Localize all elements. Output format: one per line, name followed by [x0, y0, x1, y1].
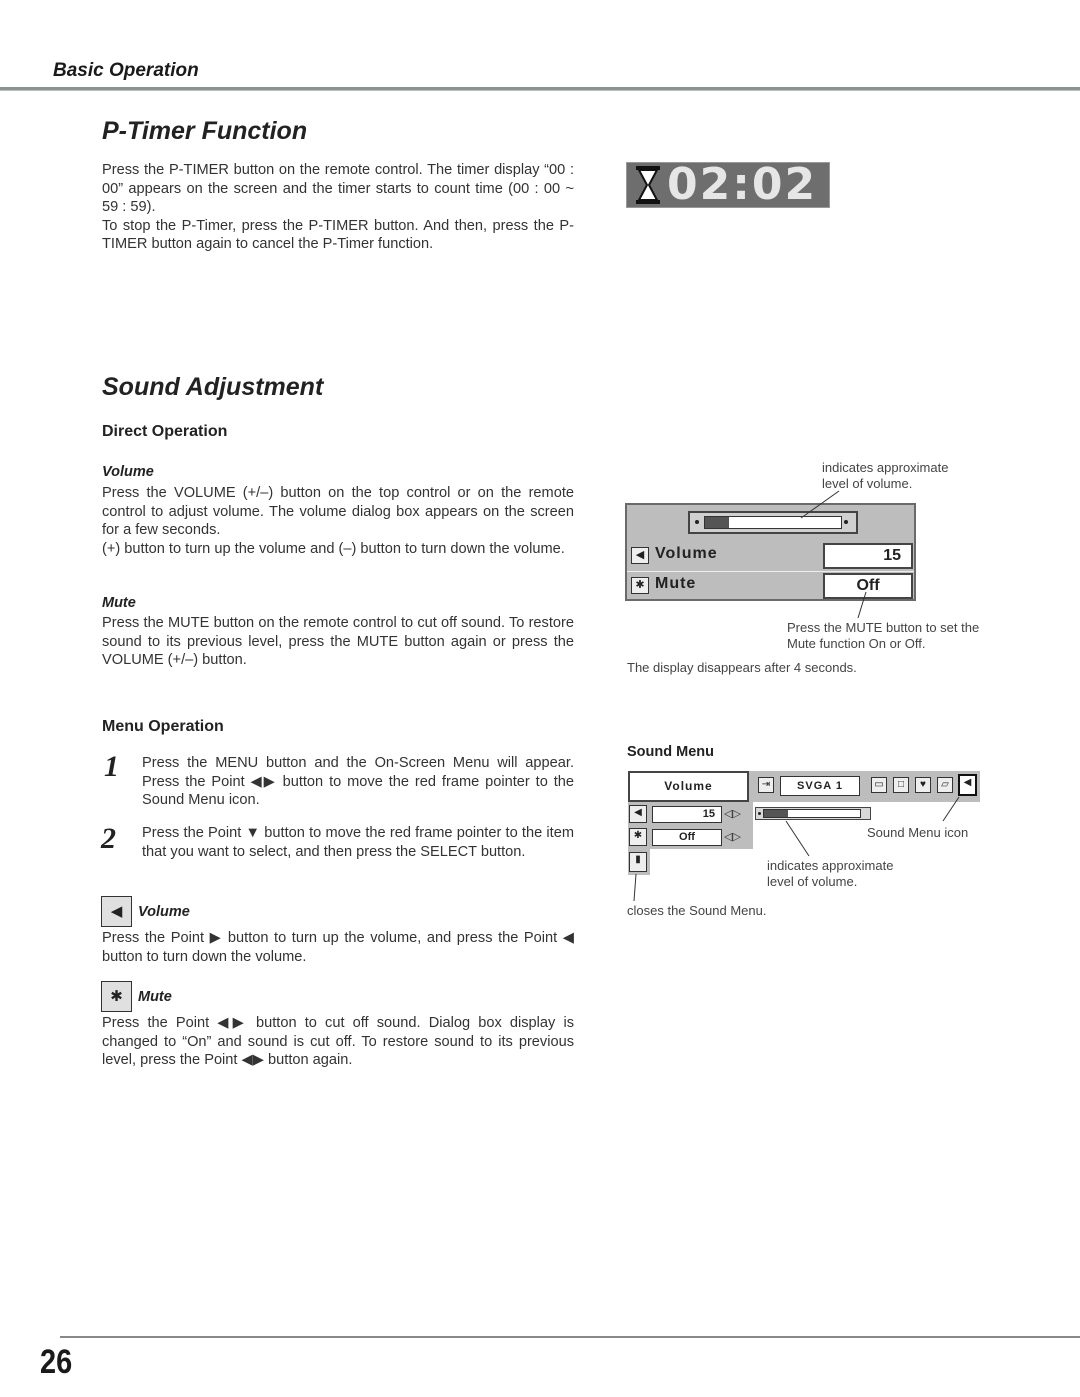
ptimer-paragraph: Press the P-TIMER button on the remote c…	[102, 162, 574, 216]
mute-icon: ✱	[101, 981, 132, 1012]
setting-icon[interactable]: ▱	[937, 777, 953, 793]
menu-mute-body: Press the Point ◀▶ button to cut off sou…	[102, 1015, 574, 1069]
header-rule	[0, 87, 1080, 91]
sound-title: Sound Adjustment	[102, 373, 324, 401]
menu-mute-heading: Mute	[138, 988, 172, 1005]
selected-item-box: Volume	[628, 771, 749, 802]
exit-area: ▮	[628, 849, 650, 875]
volume-level-bar	[688, 511, 858, 534]
leader-line	[785, 820, 810, 857]
mute-icon: ✱	[631, 577, 649, 594]
speaker-icon: ◀	[101, 896, 132, 927]
hourglass-icon	[636, 166, 660, 204]
menu-volume-level-bar	[755, 807, 871, 820]
mute-value: Off	[823, 573, 913, 599]
mute-row: ✱ Mute Off	[627, 571, 914, 601]
menu-mute-heading-row: ✱ Mute	[101, 981, 172, 1012]
ptimer-title: P-Timer Function	[102, 117, 308, 145]
input-icon[interactable]: ⇥	[758, 777, 774, 793]
ptimer-body: Press the P-TIMER button on the remote c…	[102, 161, 574, 254]
step-text: Press the Point ▼ button to move the red…	[142, 825, 574, 860]
section-label: Basic Operation	[53, 60, 199, 81]
speaker-icon: ◀	[631, 547, 649, 564]
direct-volume-heading: Volume	[102, 464, 154, 480]
caption-volume-level: indicates approximate level of volume.	[822, 460, 949, 491]
image-adjust-icon[interactable]: ♥	[915, 777, 931, 793]
menu-volume-heading: Volume	[138, 903, 190, 920]
volume-value: 15	[823, 543, 913, 569]
volume-level-track	[704, 516, 842, 529]
page-number: 26	[40, 1343, 73, 1381]
menu-volume-level-track	[763, 809, 861, 818]
direct-operation-heading: Direct Operation	[102, 423, 228, 440]
leader-line	[633, 873, 637, 902]
min-dot-icon	[695, 520, 699, 524]
menu-volume-heading-row: ◀ Volume	[101, 896, 190, 927]
mute-icon[interactable]: ✱	[629, 828, 647, 846]
menu-volume-body: Press the Point ▶ button to turn up the …	[102, 930, 574, 965]
direct-volume-paragraph: Press the VOLUME (+/–) button on the top…	[102, 485, 574, 539]
menu-volume-level-fill	[764, 810, 788, 817]
direct-volume-body: Press the VOLUME (+/–) button on the top…	[102, 484, 574, 558]
speaker-icon[interactable]: ◀	[629, 805, 647, 823]
step-number: 2	[101, 822, 116, 855]
volume-level-fill	[705, 517, 730, 528]
left-right-arrows-icon[interactable]: ◁▷	[724, 829, 744, 846]
exit-door-icon[interactable]: ▮	[629, 852, 647, 872]
caption-sound-menu-icon: Sound Menu icon	[867, 825, 969, 840]
min-dot-icon	[758, 812, 761, 815]
caption-menu-volume-level: indicates approximate level of volume.	[767, 858, 894, 889]
menu-volume-value: 15	[652, 806, 722, 823]
step-number: 1	[104, 750, 119, 783]
computer-icon[interactable]: ▭	[871, 777, 887, 793]
ptimer-paragraph: To stop the P-Timer, press the P-TIMER b…	[102, 217, 574, 253]
footer-rule	[60, 1336, 1080, 1338]
volume-dialog: ◀ Volume 15 ✱ Mute Off	[625, 503, 916, 601]
max-speaker-icon	[844, 520, 848, 524]
ptimer-display: 02:02	[626, 162, 830, 208]
menu-mute-value: Off	[652, 829, 722, 846]
direct-volume-paragraph: (+) button to turn up the volume and (–)…	[102, 540, 565, 557]
direct-mute-heading: Mute	[102, 595, 136, 611]
caption-close: closes the Sound Menu.	[627, 903, 767, 918]
sound-menu-bar: Volume ⇥ SVGA 1 ▭ □ ♥ ▱ ◀	[628, 771, 980, 802]
caption-mute: Press the MUTE button to set the Mute fu…	[787, 620, 980, 651]
left-right-arrows-icon[interactable]: ◁▷	[724, 806, 744, 823]
volume-row: ◀ Volume 15	[627, 541, 914, 571]
timer-value: 02:02	[667, 159, 818, 210]
sound-menu-items: ◀ 15 ◁▷ ✱ Off ◁▷	[628, 802, 753, 849]
volume-label: Volume	[655, 545, 718, 562]
mute-label: Mute	[655, 575, 697, 592]
step-text: Press the MENU button and the On-Screen …	[142, 755, 574, 809]
caption-disappear: The display disappears after 4 seconds.	[627, 660, 857, 675]
sound-menu-icon[interactable]: ◀	[958, 774, 977, 796]
direct-mute-body: Press the MUTE button on the remote cont…	[102, 615, 574, 669]
source-label: SVGA 1	[780, 776, 860, 796]
menu-operation-heading: Menu Operation	[102, 718, 224, 735]
screen-icon[interactable]: □	[893, 777, 909, 793]
sound-menu-heading: Sound Menu	[627, 744, 714, 760]
